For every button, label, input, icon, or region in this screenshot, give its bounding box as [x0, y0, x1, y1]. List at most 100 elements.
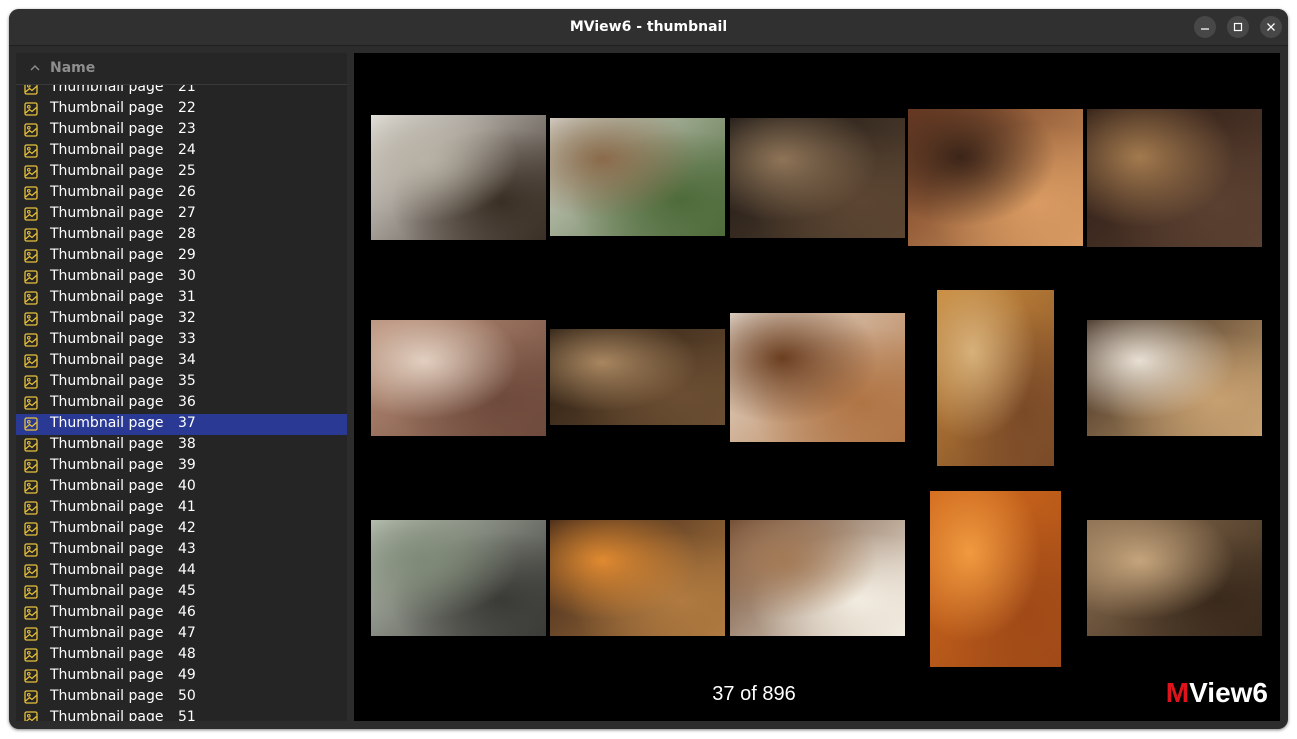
item-number: 44: [178, 562, 196, 578]
item-label: Thumbnail page: [50, 646, 164, 662]
image-icon: [24, 207, 38, 221]
item-label: Thumbnail page: [50, 85, 164, 95]
list-item[interactable]: Thumbnail page 25: [16, 162, 347, 183]
list-item[interactable]: Thumbnail page 37: [16, 414, 347, 435]
item-number: 49: [178, 667, 196, 683]
image-icon: [24, 564, 38, 578]
list-item[interactable]: Thumbnail page 26: [16, 183, 347, 204]
list-item[interactable]: Thumbnail page 31: [16, 288, 347, 309]
list-item[interactable]: Thumbnail page 23: [16, 120, 347, 141]
image-icon: [24, 543, 38, 557]
list-item[interactable]: Thumbnail page 33: [16, 330, 347, 351]
item-label: Thumbnail page: [50, 436, 164, 452]
image-icon: [24, 480, 38, 494]
item-number: 26: [178, 184, 196, 200]
image-icon: [24, 396, 38, 410]
image-icon: [24, 85, 38, 95]
close-button[interactable]: [1260, 16, 1282, 38]
list-item[interactable]: Thumbnail page 21: [16, 85, 347, 99]
image-icon: [24, 228, 38, 242]
list-item[interactable]: Thumbnail page 47: [16, 624, 347, 645]
thumb-apple-slices[interactable]: [730, 520, 905, 636]
item-number: 24: [178, 142, 196, 158]
image-icon: [24, 144, 38, 158]
list-item[interactable]: Thumbnail page 51: [16, 708, 347, 721]
list-item[interactable]: Thumbnail page 45: [16, 582, 347, 603]
item-label: Thumbnail page: [50, 709, 164, 721]
list-item[interactable]: Thumbnail page 27: [16, 204, 347, 225]
list-item[interactable]: Thumbnail page 32: [16, 309, 347, 330]
item-label: Thumbnail page: [50, 121, 164, 137]
thumb-snowy-street[interactable]: [1087, 320, 1262, 436]
thumbnail-page-list[interactable]: Thumbnail page 21 Thumbnail page 22 Thumbnai…: [16, 85, 347, 721]
thumb-rope-bridge[interactable]: [550, 118, 725, 236]
thumb-interior-room[interactable]: [371, 115, 546, 240]
item-number: 43: [178, 541, 196, 557]
thumb-autumn-street[interactable]: [937, 290, 1054, 466]
thumbnail-viewer[interactable]: 37 of 896 MView6: [354, 53, 1280, 721]
list-item[interactable]: Thumbnail page 39: [16, 456, 347, 477]
item-label: Thumbnail page: [50, 520, 164, 536]
list-item[interactable]: Thumbnail page 41: [16, 498, 347, 519]
list-item[interactable]: Thumbnail page 29: [16, 246, 347, 267]
list-item[interactable]: Thumbnail page 50: [16, 687, 347, 708]
image-icon: [24, 438, 38, 452]
list-item[interactable]: Thumbnail page 22: [16, 99, 347, 120]
thumb-old-books[interactable]: [730, 118, 905, 238]
thumb-cookies-tray[interactable]: [908, 109, 1083, 246]
item-label: Thumbnail page: [50, 667, 164, 683]
image-icon: [24, 606, 38, 620]
item-number: 29: [178, 247, 196, 263]
image-icon: [24, 669, 38, 683]
thumb-bookshelf-lights[interactable]: [1087, 109, 1262, 247]
item-label: Thumbnail page: [50, 142, 164, 158]
column-header-label: Name: [50, 60, 96, 76]
item-label: Thumbnail page: [50, 457, 164, 473]
item-number: 28: [178, 226, 196, 242]
item-number: 27: [178, 205, 196, 221]
list-item[interactable]: Thumbnail page 46: [16, 603, 347, 624]
list-item[interactable]: Thumbnail page 49: [16, 666, 347, 687]
thumb-halloween-door[interactable]: [550, 520, 725, 636]
list-item[interactable]: Thumbnail page 38: [16, 435, 347, 456]
item-number: 33: [178, 331, 196, 347]
thumb-vintage-trunks[interactable]: [550, 329, 725, 425]
list-item[interactable]: Thumbnail page 44: [16, 561, 347, 582]
image-icon: [24, 417, 38, 431]
thumb-dusty-bookshelf[interactable]: [1087, 520, 1262, 636]
item-label: Thumbnail page: [50, 583, 164, 599]
list-item[interactable]: Thumbnail page 24: [16, 141, 347, 162]
item-number: 47: [178, 625, 196, 641]
maximize-button[interactable]: [1227, 16, 1249, 38]
list-item[interactable]: Thumbnail page 48: [16, 645, 347, 666]
thumb-pumpkin-patch[interactable]: [930, 491, 1061, 667]
item-label: Thumbnail page: [50, 625, 164, 641]
list-item[interactable]: Thumbnail page 28: [16, 225, 347, 246]
item-number: 41: [178, 499, 196, 515]
item-label: Thumbnail page: [50, 688, 164, 704]
app-window: MView6 - thumbnail Name Thumbnail page 21…: [9, 9, 1288, 729]
list-item[interactable]: Thumbnail page 36: [16, 393, 347, 414]
item-label: Thumbnail page: [50, 247, 164, 263]
thumb-cinnamon-rolls[interactable]: [730, 313, 905, 442]
thumb-knit-sweaters[interactable]: [371, 320, 546, 436]
file-tree-panel[interactable]: Name Thumbnail page 21 Thumbnail page 22 Thu…: [16, 53, 347, 721]
minimize-button[interactable]: [1194, 16, 1216, 38]
image-icon: [24, 186, 38, 200]
image-icon: [24, 627, 38, 641]
list-item[interactable]: Thumbnail page 34: [16, 351, 347, 372]
name-column-header[interactable]: Name: [16, 53, 347, 85]
list-item[interactable]: Thumbnail page 35: [16, 372, 347, 393]
list-item[interactable]: Thumbnail page 42: [16, 519, 347, 540]
image-icon: [24, 270, 38, 284]
title-bar[interactable]: MView6 - thumbnail: [9, 9, 1288, 46]
list-item[interactable]: Thumbnail page 43: [16, 540, 347, 561]
image-icon: [24, 375, 38, 389]
image-icon: [24, 711, 38, 721]
list-item[interactable]: Thumbnail page 30: [16, 267, 347, 288]
thumb-cat-window[interactable]: [371, 520, 546, 636]
item-label: Thumbnail page: [50, 394, 164, 410]
list-item[interactable]: Thumbnail page 40: [16, 477, 347, 498]
item-label: Thumbnail page: [50, 604, 164, 620]
image-icon: [24, 165, 38, 179]
